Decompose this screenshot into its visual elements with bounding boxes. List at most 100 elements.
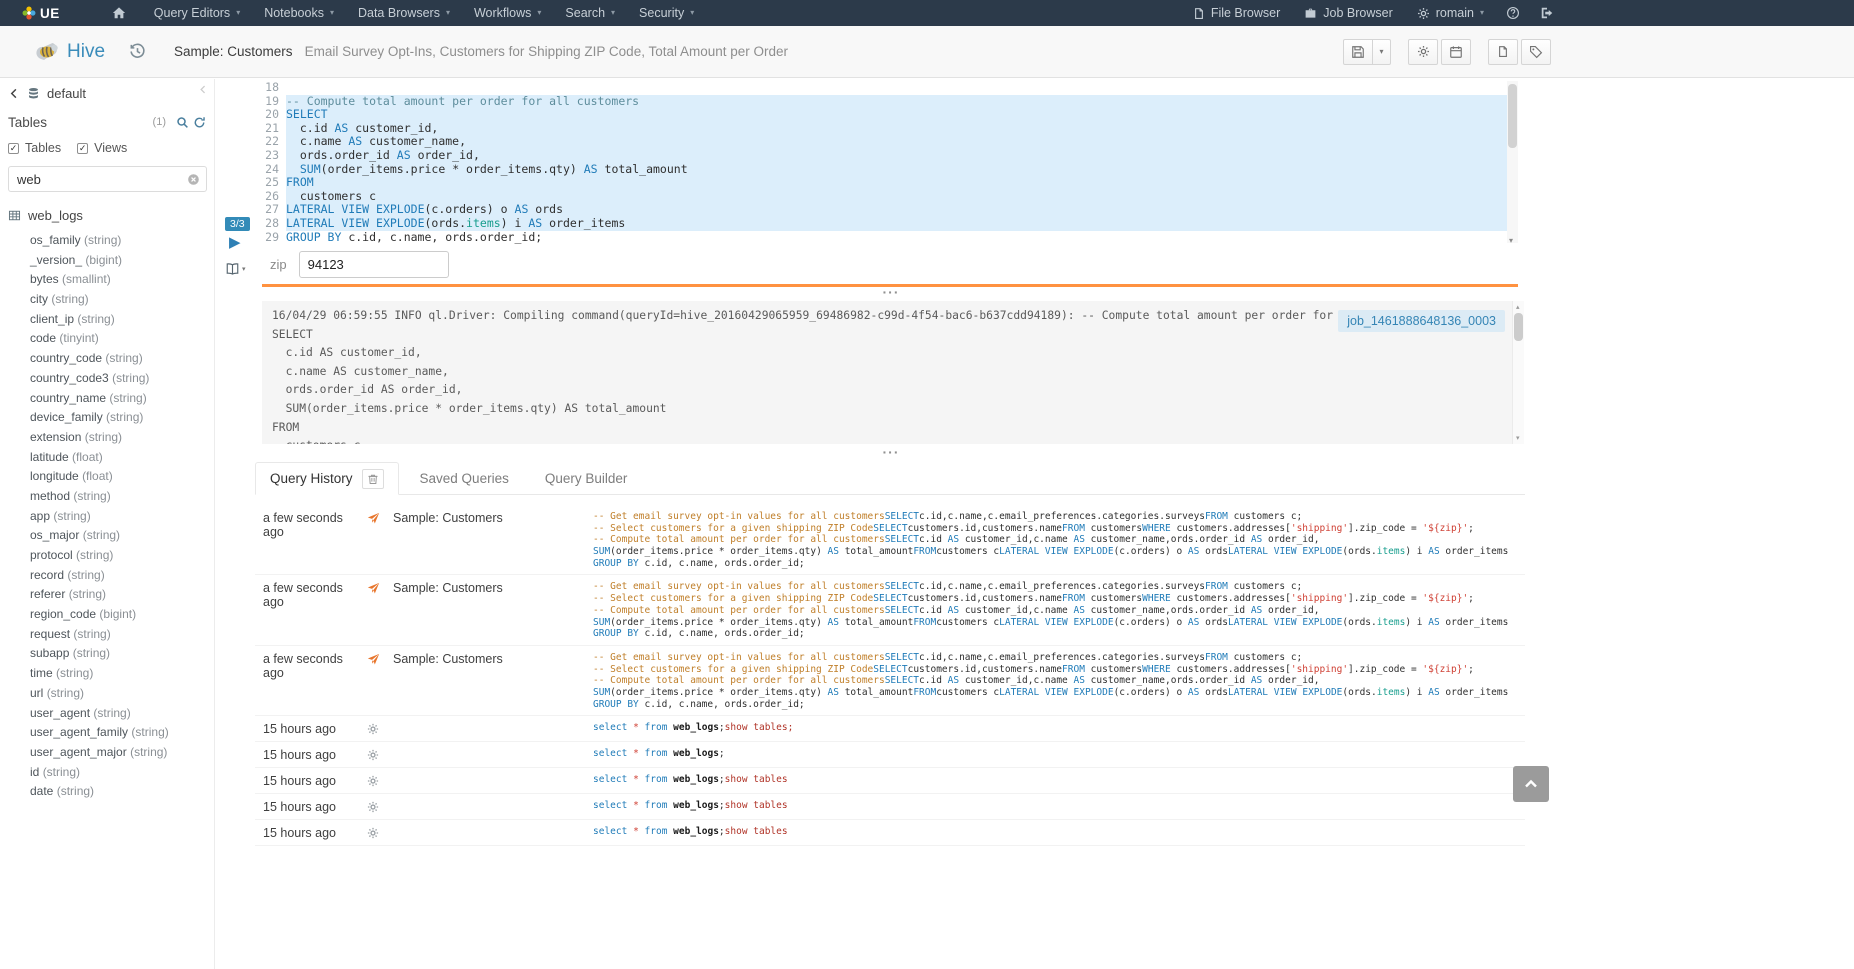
job-link[interactable]: job_1461888648136_0003 — [1338, 310, 1505, 332]
filter-views-checkbox[interactable]: ✓ Views — [77, 141, 127, 155]
log-scrollbar[interactable]: ▴ ▾ — [1512, 301, 1524, 444]
column-item[interactable]: user_agent (string) — [8, 704, 206, 724]
column-item[interactable]: country_code3 (string) — [8, 369, 206, 389]
column-item[interactable]: method (string) — [8, 487, 206, 507]
column-item[interactable]: extension (string) — [8, 428, 206, 448]
help-button[interactable] — [1496, 0, 1530, 26]
nav-item-file-browser[interactable]: File Browser — [1181, 0, 1292, 26]
history-row[interactable]: 15 hours agoselect * from web_logs;show … — [255, 820, 1525, 846]
clear-search-button[interactable] — [187, 173, 200, 186]
nav-item-job-browser[interactable]: Job Browser — [1292, 0, 1404, 26]
scrollbar-thumb[interactable] — [1514, 313, 1523, 341]
nav-item-data-browsers[interactable]: Data Browsers▾ — [346, 0, 462, 26]
assist-back-button[interactable] — [8, 87, 20, 100]
search-toggle-button[interactable] — [176, 116, 189, 129]
recent-queries-button[interactable] — [129, 43, 146, 60]
tab-query-builder[interactable]: Query Builder — [530, 462, 643, 495]
column-item[interactable]: date (string) — [8, 782, 206, 802]
resize-handle[interactable]: ··· — [262, 289, 1520, 300]
table-search-input[interactable] — [8, 166, 207, 192]
editor-line[interactable]: 29GROUP BY c.id, c.name, ords.order_id; — [262, 231, 1518, 245]
tab-query-history[interactable]: Query History — [255, 462, 399, 495]
history-row[interactable]: 15 hours agoselect * from web_logs;show … — [255, 716, 1525, 742]
history-row[interactable]: 15 hours agoselect * from web_logs;show … — [255, 768, 1525, 794]
settings-button[interactable] — [1408, 39, 1438, 65]
column-item[interactable]: device_family (string) — [8, 408, 206, 428]
refresh-button[interactable] — [193, 116, 206, 129]
editor-line[interactable]: 26 customers c — [262, 190, 1518, 204]
column-item[interactable]: latitude (float) — [8, 448, 206, 468]
column-item[interactable]: region_code (bigint) — [8, 605, 206, 625]
save-button[interactable] — [1343, 39, 1373, 65]
editor-line[interactable]: 25FROM — [262, 176, 1518, 190]
column-item[interactable]: country_name (string) — [8, 389, 206, 409]
scroll-up-arrow-icon[interactable]: ▴ — [1516, 303, 1520, 311]
editor-line[interactable]: 28LATERAL VIEW EXPLODE(ords.items) i AS … — [262, 217, 1518, 231]
execute-button[interactable]: ▶ — [229, 235, 241, 250]
editor-scrollbar[interactable]: ▾ — [1507, 81, 1518, 243]
column-item[interactable]: country_code (string) — [8, 349, 206, 369]
tags-button[interactable] — [1521, 39, 1551, 65]
column-item[interactable]: city (string) — [8, 290, 206, 310]
column-item[interactable]: longitude (float) — [8, 467, 206, 487]
new-query-button[interactable] — [1488, 39, 1518, 65]
column-item[interactable]: user_agent_family (string) — [8, 723, 206, 743]
column-item[interactable]: os_major (string) — [8, 526, 206, 546]
variable-zip-input[interactable] — [299, 251, 449, 278]
nav-item-notebooks[interactable]: Notebooks▾ — [252, 0, 346, 26]
editor-line[interactable]: 22 c.name AS customer_name, — [262, 135, 1518, 149]
scroll-down-arrow-icon[interactable]: ▾ — [1516, 434, 1520, 442]
history-row[interactable]: 15 hours agoselect * from web_logs;show … — [255, 794, 1525, 820]
column-item[interactable]: code (tinyint) — [8, 329, 206, 349]
history-row[interactable]: a few seconds agoSample: Customers-- Get… — [255, 646, 1525, 716]
editor-line[interactable]: 24 SUM(order_items.price * order_items.q… — [262, 163, 1518, 177]
logout-button[interactable] — [1530, 0, 1564, 26]
nav-item-query-editors[interactable]: Query Editors▾ — [142, 0, 252, 26]
history-row[interactable]: a few seconds agoSample: Customers-- Get… — [255, 575, 1525, 645]
save-menu-button[interactable]: ▾ — [1373, 39, 1391, 65]
column-item[interactable]: record (string) — [8, 566, 206, 586]
column-item[interactable]: _version_ (bigint) — [8, 251, 206, 271]
nav-item-user-menu[interactable]: romain▾ — [1405, 0, 1496, 26]
home-button[interactable] — [96, 0, 142, 26]
collapse-panel-button[interactable] — [198, 84, 208, 95]
hue-logo[interactable]: UE — [0, 0, 72, 26]
resize-handle[interactable]: ··· — [262, 449, 1520, 460]
editor-line[interactable]: 21 c.id AS customer_id, — [262, 122, 1518, 136]
history-row[interactable]: a few seconds agoSample: Customers-- Get… — [255, 505, 1525, 575]
tab-saved-queries[interactable]: Saved Queries — [405, 462, 524, 495]
database-name[interactable]: default — [47, 86, 86, 101]
tables-header: Tables — [8, 115, 47, 130]
code-editor[interactable]: 1819-- Compute total amount per order fo… — [262, 81, 1518, 244]
editor-line[interactable]: 23 ords.order_id AS order_id, — [262, 149, 1518, 163]
document-icon — [1193, 7, 1205, 20]
editor-line[interactable]: 20SELECT — [262, 108, 1518, 122]
filter-tables-checkbox[interactable]: ✓ Tables — [8, 141, 61, 155]
documentation-button[interactable]: ▾ — [225, 262, 246, 276]
column-item[interactable]: os_family (string) — [8, 231, 206, 251]
nav-item-workflows[interactable]: Workflows▾ — [462, 0, 553, 26]
column-item[interactable]: user_agent_major (string) — [8, 743, 206, 763]
editor-line[interactable]: 19-- Compute total amount per order for … — [262, 95, 1518, 109]
table-item-web-logs[interactable]: web_logs — [8, 206, 206, 224]
column-item[interactable]: request (string) — [8, 625, 206, 645]
column-item[interactable]: url (string) — [8, 684, 206, 704]
nav-item-security[interactable]: Security▾ — [627, 0, 706, 26]
scrollbar-thumb[interactable] — [1508, 84, 1517, 148]
nav-item-search[interactable]: Search▾ — [553, 0, 627, 26]
editor-line[interactable]: 27LATERAL VIEW EXPLODE(c.orders) o AS or… — [262, 203, 1518, 217]
column-item[interactable]: app (string) — [8, 507, 206, 527]
column-item[interactable]: protocol (string) — [8, 546, 206, 566]
column-item[interactable]: client_ip (string) — [8, 310, 206, 330]
schedule-button[interactable] — [1441, 39, 1471, 65]
column-item[interactable]: referer (string) — [8, 585, 206, 605]
column-item[interactable]: time (string) — [8, 664, 206, 684]
history-row[interactable]: 15 hours agoselect * from web_logs; — [255, 742, 1525, 768]
trash-icon[interactable] — [362, 469, 384, 489]
column-item[interactable]: bytes (smallint) — [8, 270, 206, 290]
editor-line[interactable]: 18 — [262, 81, 1518, 95]
scroll-to-top-button[interactable] — [1513, 766, 1549, 802]
scroll-down-arrow-icon[interactable]: ▾ — [1509, 236, 1513, 245]
column-item[interactable]: id (string) — [8, 763, 206, 783]
column-item[interactable]: subapp (string) — [8, 644, 206, 664]
